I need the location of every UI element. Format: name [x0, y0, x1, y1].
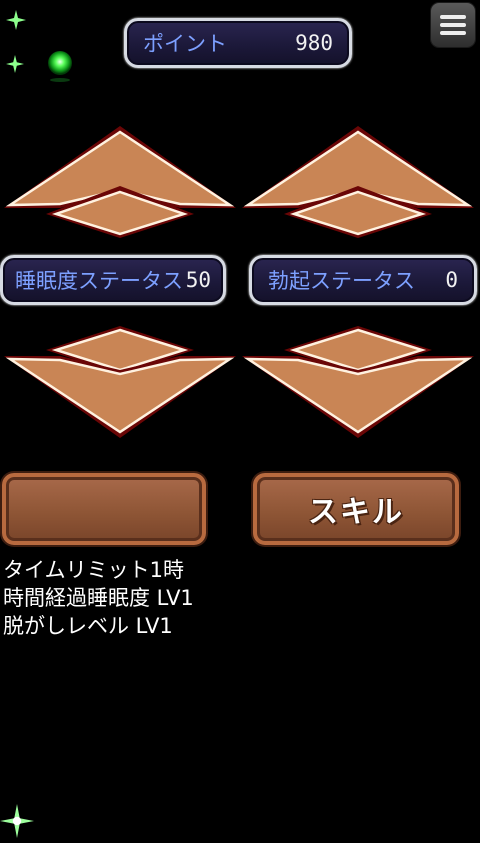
empty-action-button[interactable]	[2, 473, 206, 545]
sleep-status-label: 睡眠度ステータス	[15, 269, 183, 293]
arousal-status-panel: 勃起ステータス 0	[249, 255, 477, 305]
arousal-status-label: 勃起ステータス	[268, 269, 415, 293]
sleep-over-time-text: 時間経過睡眠度 LV1	[3, 586, 194, 610]
skill-button[interactable]: スキル	[253, 473, 459, 545]
points-value: 980	[295, 31, 333, 55]
sparkle-icon	[0, 804, 34, 838]
points-label: ポイント	[143, 32, 227, 56]
points-panel: ポイント 980	[124, 18, 352, 68]
game-screen: ポイント 980 睡眠度ステータス 50 勃起ステータス 0 スキル タイムリミ…	[0, 0, 480, 843]
hamburger-menu-icon[interactable]	[431, 3, 475, 47]
arousal-status-value: 0	[445, 268, 458, 292]
down-arrow-icon	[242, 326, 474, 438]
sparkle-icon	[6, 55, 24, 73]
sleep-up-button[interactable]	[2, 124, 238, 240]
skill-button-label: スキル	[308, 495, 404, 530]
arousal-down-button[interactable]	[240, 324, 476, 440]
sleep-down-button[interactable]	[2, 324, 238, 440]
undress-level-text: 脱がしレベル LV1	[3, 614, 173, 638]
green-orb-icon	[48, 51, 72, 82]
sleep-status-value: 50	[185, 268, 211, 292]
info-text: タイムリミット1時 時間経過睡眠度 LV1 脱がしレベル LV1	[3, 556, 194, 640]
down-arrow-icon	[4, 326, 236, 438]
sleep-status-panel: 睡眠度ステータス 50	[0, 255, 226, 305]
arousal-up-button[interactable]	[240, 124, 476, 240]
sparkle-icon	[6, 10, 26, 30]
up-arrow-icon	[242, 126, 474, 238]
time-limit-text: タイムリミット1時	[3, 558, 184, 582]
up-arrow-icon	[4, 126, 236, 238]
